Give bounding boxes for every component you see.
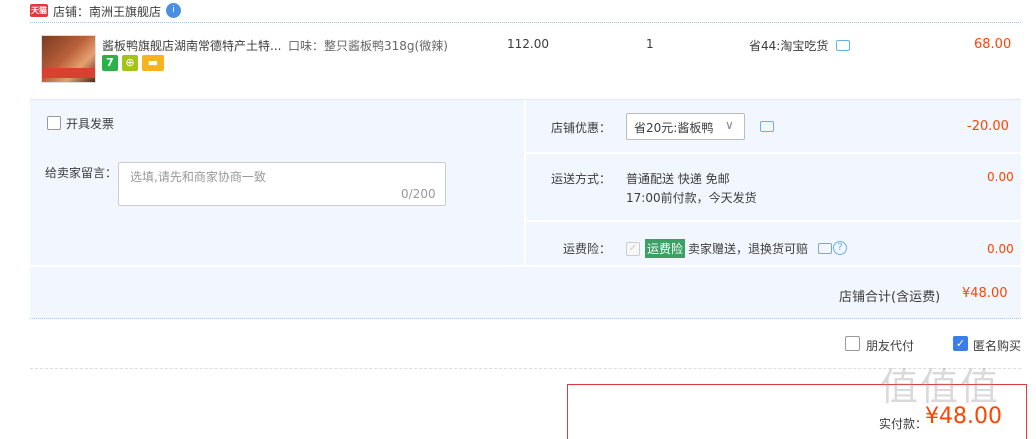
details-divider-2 [526,220,1021,222]
shop-name[interactable]: 店铺：南洲王旗舰店 [53,3,161,20]
message-placeholder: 选填,请先和商家协商一致 [130,170,266,184]
tmall-badge: 天猫 [30,4,48,17]
item-title[interactable]: 酱板鸭旗舰店湖南常德特产土特... [102,37,285,54]
options-divider [30,368,1021,369]
seven-day-return-icon[interactable]: 7 [102,55,118,71]
details-vertical-divider [524,99,526,267]
shop-discount-value: -20.00 [967,119,1009,134]
insurance-checkbox: ✓ [626,242,640,256]
details-bottom-divider [30,318,1021,319]
item-subtotal: 68.00 [974,37,1012,52]
message-counter: 0/200 [401,187,436,201]
details-divider-3 [30,265,1021,267]
friend-pay-checkbox[interactable] [845,336,860,351]
shipping-label: 运送方式： [551,172,612,186]
details-divider-1 [526,152,1021,154]
item-promo: 省44:淘宝吃货 [749,39,829,53]
shop-total-label: 店铺合计(含运费) [839,290,941,305]
message-label: 给卖家留言： [45,166,118,180]
item-quantity: 1 [646,37,654,51]
shipping-note: 17:00前付款，今天发货 [626,191,757,205]
promo-chat-icon[interactable] [836,40,850,51]
help-icon[interactable]: ? [833,241,847,255]
anonymous-checkbox[interactable]: ✓ [953,336,968,351]
insurance-label: 运费险： [563,242,612,256]
chat-bubble-icon[interactable]: i [166,3,181,18]
item-spec: 口味：整只酱板鸭318g(微辣) [288,39,448,53]
item-row [30,23,1021,99]
shop-total-value: ¥48.00 [962,286,1008,301]
watermark: 值值值 [880,365,1001,409]
invoice-label[interactable]: 开具发票 [66,115,114,132]
insurance-chat-icon[interactable] [818,243,832,254]
shop-discount-selected: 省20元:酱板鸭 [634,121,714,135]
insurance-badge: 运费险 [645,239,686,258]
item-price: 112.00 [507,37,549,51]
shop-discount-label: 店铺优惠： [551,121,612,135]
insurance-text: 卖家赠送，退换货可赔 [688,242,809,256]
invoice-checkbox[interactable] [47,116,61,130]
insurance-value: 0.00 [987,242,1014,256]
friend-pay-label[interactable]: 朋友代付 [866,337,914,354]
chevron-down-icon: ∨ [725,118,734,132]
discount-chat-icon[interactable] [760,121,774,132]
payment-label: 实付款： [879,417,928,431]
anonymous-label[interactable]: 匿名购买 [973,337,1021,354]
credit-card-icon[interactable]: ▬ [142,55,164,71]
product-thumbnail-band [42,68,95,78]
shipping-value: 0.00 [987,170,1014,184]
guarantee-icon[interactable]: ⊕ [122,55,138,71]
shipping-method: 普通配送 快递 免邮 [626,172,730,186]
